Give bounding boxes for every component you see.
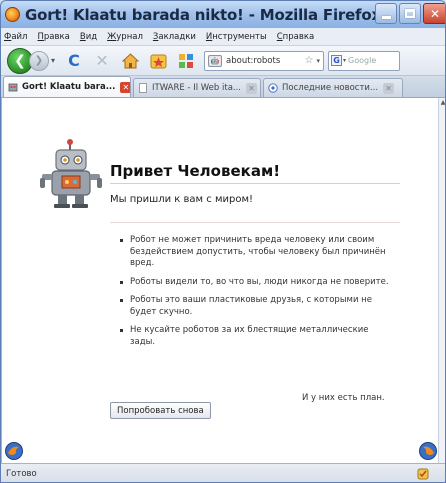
menu-history[interactable]: Журнал	[107, 32, 143, 42]
search-engine-icon[interactable]: G	[331, 55, 343, 66]
firefox-logo-icon	[419, 442, 437, 460]
url-dropdown-icon[interactable]: ▾	[317, 57, 321, 65]
addon-status-icon[interactable]	[417, 468, 429, 480]
page-content: Привет Человекам! Мы пришли к вам с миро…	[1, 98, 438, 463]
menu-edit[interactable]: Правка	[38, 32, 70, 42]
bookmark-star-icon	[150, 54, 167, 69]
section-divider	[110, 222, 400, 223]
navigation-toolbar: ❮ ❯ ▾ C ✕ 🤖 about:robots ☆ ▾ G ▾ Google	[1, 46, 445, 76]
close-button[interactable]: ✕	[423, 3, 445, 24]
tab-itware[interactable]: ITWARE - Il Web ita... ✕	[133, 78, 261, 97]
tab-label: Последние новости...	[282, 83, 379, 93]
firefox-icon	[5, 7, 20, 22]
reload-icon: C	[68, 51, 80, 70]
scroll-up-icon[interactable]: ▲	[439, 98, 445, 108]
minimize-icon	[381, 15, 391, 19]
firefox-logo-icon	[5, 442, 23, 460]
page-title: Привет Человекам!	[110, 162, 281, 180]
list-item: Робот не может причинить вреда человеку …	[120, 235, 395, 270]
title-divider	[110, 183, 400, 184]
browser-window: Gort! Klaatu barada nikto! - Mozilla Fir…	[0, 0, 446, 483]
tab-news[interactable]: Последние новости... ✕	[263, 78, 403, 97]
tab-robots[interactable]: Gort! Klaatu bara... ✕	[3, 76, 131, 97]
try-again-button[interactable]: Попробовать снова	[110, 402, 211, 419]
menu-bookmarks[interactable]: Закладки	[153, 32, 196, 42]
back-arrow-icon: ❮	[14, 52, 26, 69]
page-subtitle: Мы пришли к вам с миром!	[110, 194, 254, 205]
home-button[interactable]	[119, 50, 141, 72]
robot-illustration-icon	[40, 139, 102, 208]
site-identity-icon[interactable]: 🤖	[208, 54, 223, 67]
stop-button[interactable]: ✕	[91, 50, 113, 72]
menu-tools[interactable]: Инструменты	[206, 32, 267, 42]
tab-close-icon[interactable]: ✕	[120, 81, 130, 93]
forward-arrow-icon: ❯	[34, 55, 44, 66]
grid-icon	[179, 53, 194, 68]
home-icon	[121, 52, 139, 68]
news-favicon-icon	[268, 83, 278, 93]
search-bar[interactable]: G ▾ Google	[328, 50, 401, 71]
tab-label: ITWARE - Il Web ita...	[152, 83, 242, 93]
window-controls: ✕	[373, 3, 445, 24]
status-text: Готово	[6, 469, 37, 479]
tab-bar: Gort! Klaatu bara... ✕ ITWARE - Il Web i…	[1, 76, 445, 98]
bookmarks-button[interactable]	[147, 50, 169, 72]
window-title: Gort! Klaatu barada nikto! - Mozilla Fir…	[25, 5, 381, 24]
search-placeholder[interactable]: Google	[348, 56, 376, 65]
status-bar: Готово	[1, 463, 445, 482]
reload-button[interactable]: C	[63, 50, 85, 72]
list-item: Роботы видели то, во что вы, люди никогд…	[120, 277, 395, 289]
robot-laws-list: Робот не может причинить вреда человеку …	[120, 235, 395, 355]
menu-view[interactable]: Вид	[80, 32, 97, 42]
menu-bar: Файл Правка Вид Журнал Закладки Инструме…	[1, 28, 445, 46]
minimize-button[interactable]	[375, 3, 397, 24]
bookmark-page-icon[interactable]: ☆	[305, 55, 314, 66]
stop-icon: ✕	[95, 51, 109, 70]
robot-favicon-icon	[8, 83, 18, 92]
search-engine-dropdown-icon[interactable]: ▾	[343, 57, 346, 64]
tab-close-icon[interactable]: ✕	[383, 82, 395, 94]
history-dropdown-icon[interactable]: ▾	[51, 56, 55, 65]
maximize-button[interactable]	[399, 3, 421, 24]
plan-note: И у них есть план.	[302, 393, 385, 403]
tab-label: Gort! Klaatu bara...	[22, 82, 116, 92]
url-text[interactable]: about:robots	[226, 56, 280, 66]
tab-close-icon[interactable]: ✕	[246, 82, 258, 94]
vertical-scrollbar[interactable]: ▲	[438, 98, 445, 463]
forward-button[interactable]: ❯	[29, 50, 49, 71]
list-item: Не кусайте роботов за их блестящие метал…	[120, 325, 395, 348]
address-bar[interactable]: 🤖 about:robots ☆ ▾	[204, 50, 325, 71]
close-icon: ✕	[429, 6, 441, 21]
list-item: Роботы это ваши пластиковые друзья, с ко…	[120, 295, 395, 318]
maximize-icon	[405, 9, 415, 18]
title-bar[interactable]: Gort! Klaatu barada nikto! - Mozilla Fir…	[1, 1, 445, 28]
menu-help[interactable]: Справка	[277, 32, 314, 42]
apps-button[interactable]	[175, 50, 197, 72]
menu-file[interactable]: Файл	[4, 32, 28, 42]
page-favicon-icon	[139, 83, 147, 93]
